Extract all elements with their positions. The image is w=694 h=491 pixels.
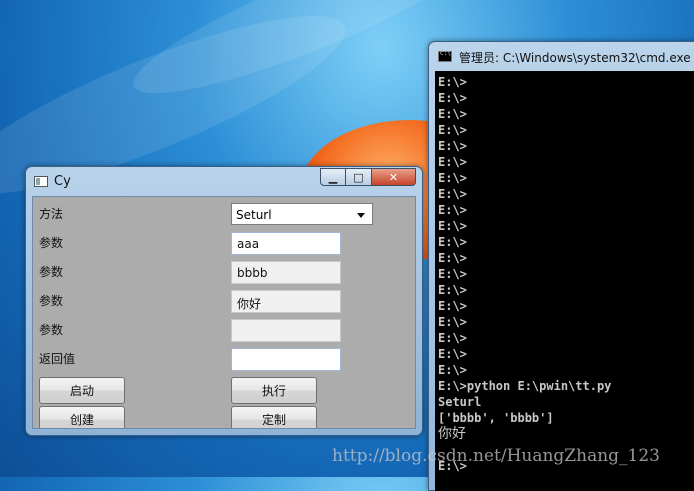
console-line: E:\> xyxy=(438,171,467,185)
console-line: E:\> xyxy=(438,91,467,105)
execute-button[interactable]: 执行 xyxy=(231,377,317,404)
console-line: E:\> xyxy=(438,283,467,297)
console-line: E:\> xyxy=(438,235,467,249)
chevron-down-icon xyxy=(357,213,365,218)
console-line: 你好 xyxy=(438,426,466,442)
console-line: E:\> xyxy=(438,363,467,377)
console-line: E:\> xyxy=(438,203,467,217)
console-icon xyxy=(438,50,452,62)
param-label-3: 参数 xyxy=(39,294,64,308)
param-input-3[interactable]: 你好 xyxy=(231,290,341,313)
window-client-area: 方法 Seturl 参数 aaa 参数 bbbb 参数 你好 参数 返回值 启动… xyxy=(32,196,416,429)
param-input-2[interactable]: bbbb xyxy=(231,261,341,284)
param-label-1: 参数 xyxy=(39,236,64,250)
console-line: E:\> xyxy=(438,299,467,313)
param-input-1[interactable]: aaa xyxy=(231,232,341,255)
console-line: E:\> xyxy=(438,123,467,137)
method-label: 方法 xyxy=(39,207,64,221)
maximize-icon: □ xyxy=(353,170,364,184)
console-line: E:\> xyxy=(438,75,467,89)
cmd-window-title: 管理员: C:\Windows\system32\cmd.exe xyxy=(459,51,691,65)
console-line: Seturl xyxy=(438,395,482,409)
return-label: 返回值 xyxy=(39,352,76,366)
param-label-2: 参数 xyxy=(39,265,64,279)
watermark: http://blog.csdn.net/HuangZhang_123 xyxy=(332,446,660,466)
console-line: E:\> xyxy=(438,139,467,153)
create-button[interactable]: 创建 xyxy=(39,406,125,428)
maximize-button[interactable]: □ xyxy=(346,168,372,186)
console-line: E:\> xyxy=(438,219,467,233)
console-line: E:\> xyxy=(438,251,467,265)
method-select-value: Seturl xyxy=(236,208,272,222)
customize-button[interactable]: 定制 xyxy=(231,406,317,428)
minimize-icon: ▁ xyxy=(328,170,338,184)
param-input-4[interactable] xyxy=(231,319,341,342)
caption-buttons: ▁ □ ✕ xyxy=(320,168,416,186)
console-line: E:\>python E:\pwin\tt.py xyxy=(438,379,612,393)
app-icon xyxy=(34,176,48,187)
close-icon: ✕ xyxy=(388,170,399,184)
cmd-window: 管理员: C:\Windows\system32\cmd.exe E:\>E:\… xyxy=(428,41,694,491)
minimize-button[interactable]: ▁ xyxy=(320,168,346,186)
return-value-field[interactable] xyxy=(231,348,341,371)
console-line: E:\> xyxy=(438,315,467,329)
start-button[interactable]: 启动 xyxy=(39,377,125,404)
console-line: E:\> xyxy=(438,267,467,281)
window-title: Cy xyxy=(54,174,71,189)
console-line: E:\> xyxy=(438,187,467,201)
param-label-4: 参数 xyxy=(39,323,64,337)
console-line: E:\> xyxy=(438,347,467,361)
console-line: E:\> xyxy=(438,155,467,169)
close-button[interactable]: ✕ xyxy=(372,168,416,186)
cy-window: Cy ▁ □ ✕ 方法 Seturl 参数 aaa 参数 bbbb 参数 你好 … xyxy=(25,166,423,436)
console-line: ['bbbb', 'bbbb'] xyxy=(438,411,554,425)
console-line: E:\> xyxy=(438,107,467,121)
console-output[interactable]: E:\> E:\> E:\> E:\> E:\> E:\> E:\> E:\> E:\> E:\>… xyxy=(435,71,694,491)
method-select[interactable]: Seturl xyxy=(231,203,373,225)
console-line: E:\> xyxy=(438,331,467,345)
